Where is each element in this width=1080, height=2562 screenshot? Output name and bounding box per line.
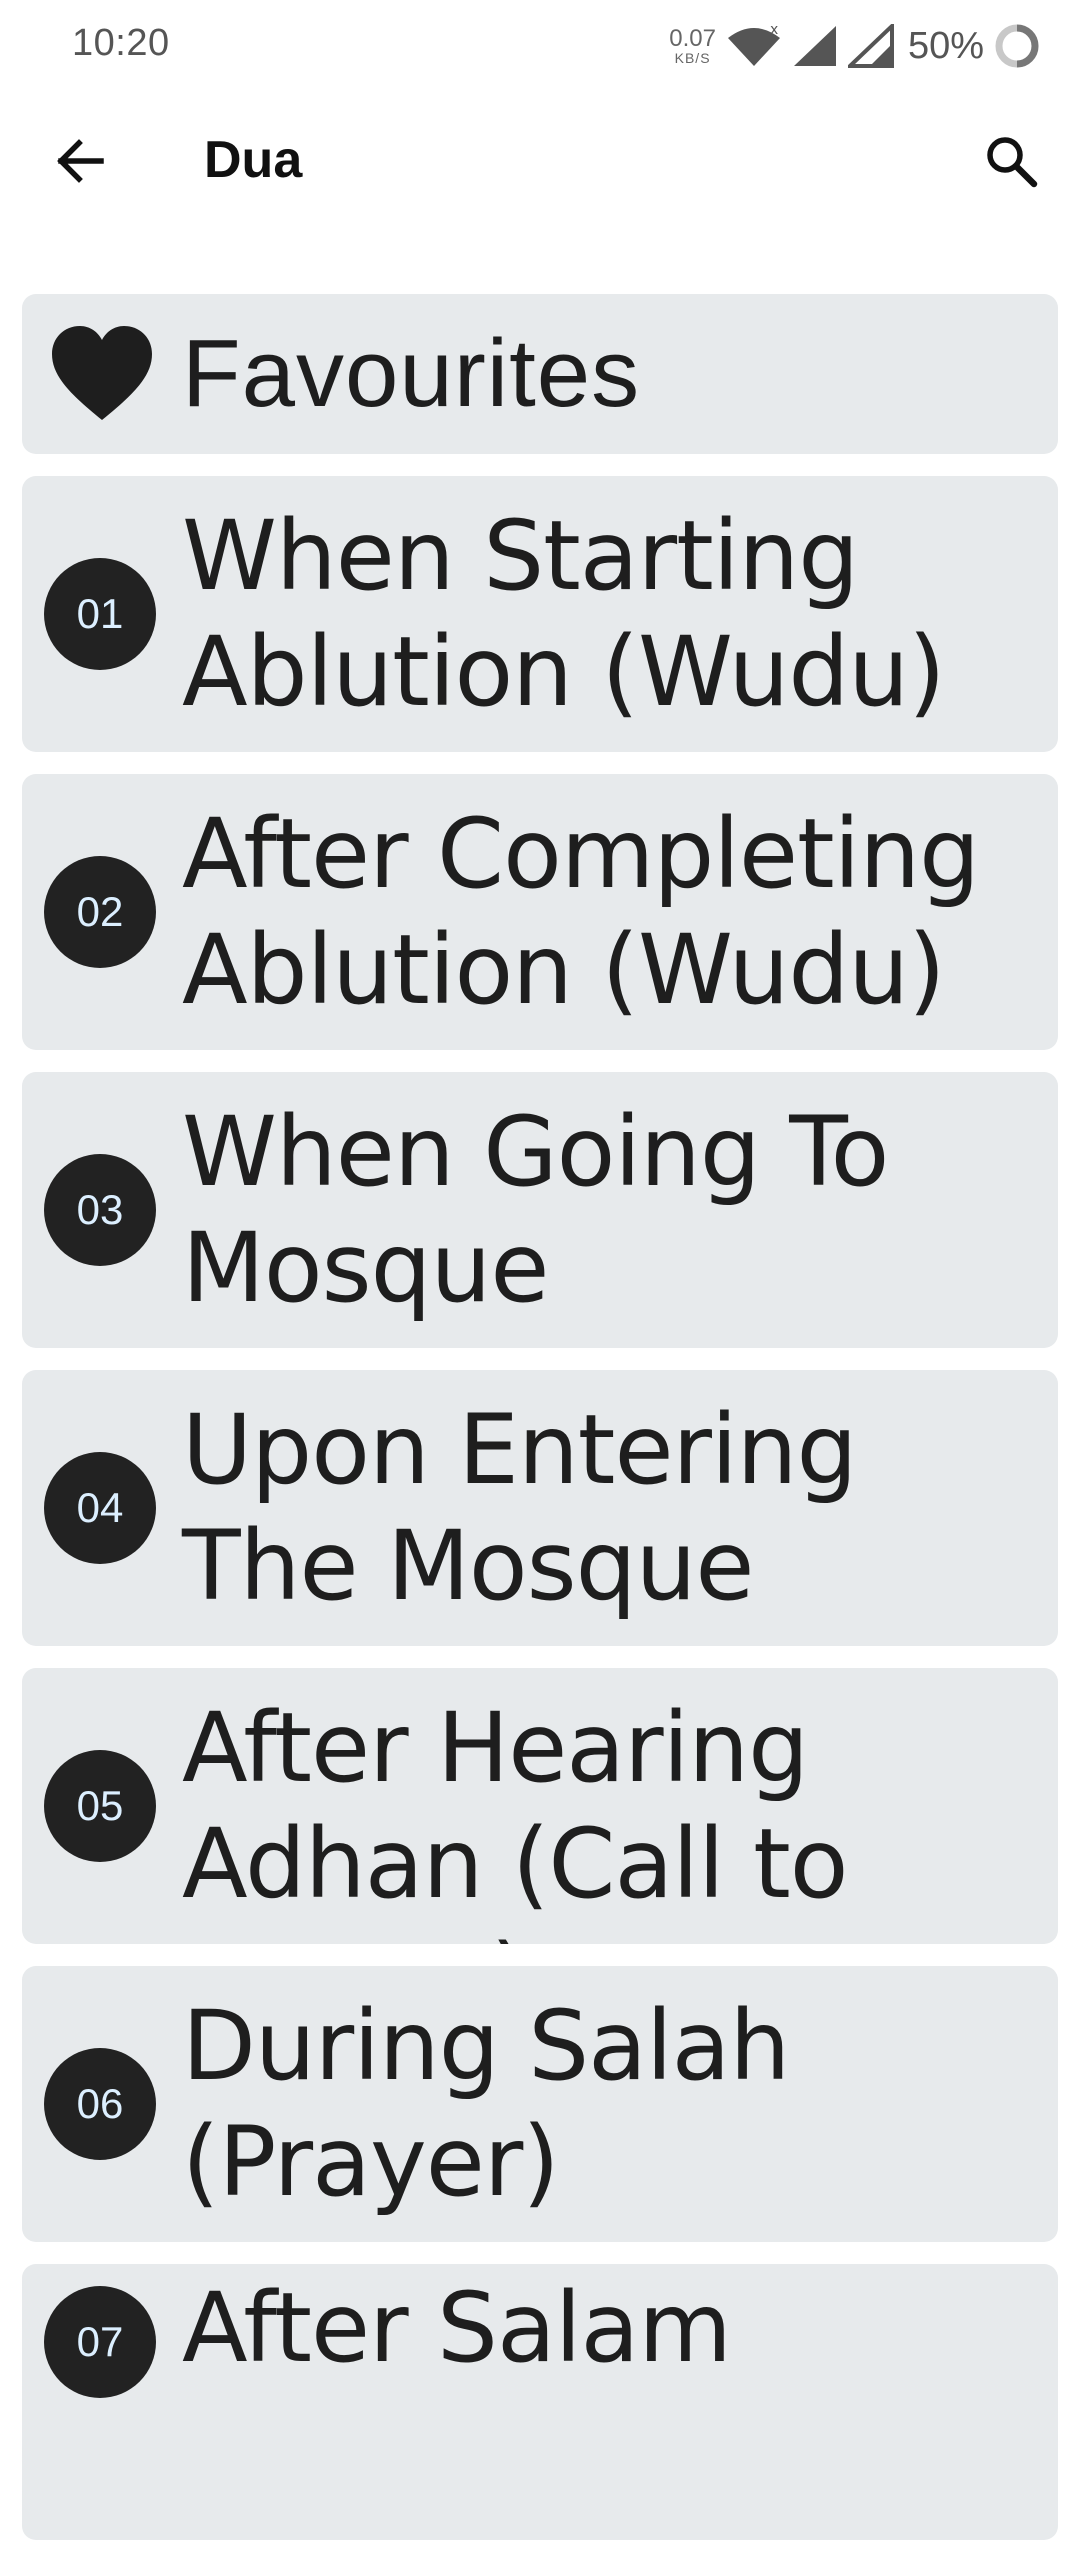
heart-icon bbox=[52, 326, 152, 420]
item-number-badge: 04 bbox=[44, 1452, 156, 1564]
signal-icon bbox=[847, 24, 894, 68]
item-title: After Salam bbox=[182, 2272, 732, 2384]
item-number-badge: 03 bbox=[44, 1154, 156, 1266]
item-number-badge: 07 bbox=[44, 2286, 156, 2398]
item-number-badge: 02 bbox=[44, 856, 156, 968]
app-bar: Dua bbox=[0, 92, 1080, 230]
network-speed-unit: KB/S bbox=[674, 50, 711, 66]
item-number-badge: 01 bbox=[44, 558, 156, 670]
arrow-left-icon bbox=[57, 139, 104, 183]
item-number-badge: 06 bbox=[44, 2048, 156, 2160]
list-item[interactable]: 01 When Starting Ablution (Wudu) bbox=[22, 476, 1058, 752]
item-title: Upon Entering The Mosque bbox=[182, 1394, 857, 1622]
signal-icon bbox=[793, 26, 836, 66]
list-item[interactable]: 07 After Salam bbox=[22, 2264, 1058, 2540]
item-title: After Completing Ablution (Wudu) bbox=[182, 798, 980, 1026]
list-item[interactable]: 05 After Hearing Adhan (Call to prayer) bbox=[22, 1668, 1058, 1944]
status-time: 10:20 bbox=[72, 22, 170, 64]
item-title: When Starting Ablution (Wudu) bbox=[182, 500, 946, 728]
list-item[interactable]: 04 Upon Entering The Mosque bbox=[22, 1370, 1058, 1646]
status-icons: 0.07 KB/S x 50% bbox=[669, 20, 1040, 72]
item-title: During Salah (Prayer) bbox=[182, 1990, 790, 2218]
network-speed: 0.07 KB/S bbox=[669, 25, 716, 66]
svg-text:x: x bbox=[770, 24, 778, 38]
favourites-label: Favourites bbox=[182, 320, 641, 427]
search-button[interactable] bbox=[972, 122, 1050, 200]
search-icon bbox=[987, 137, 1038, 188]
battery-icon bbox=[995, 24, 1039, 68]
status-bar: 10:20 0.07 KB/S x 50% bbox=[0, 0, 1080, 92]
item-title: After Hearing Adhan (Call to prayer) bbox=[182, 1692, 849, 1944]
battery-percent: 50% bbox=[907, 24, 984, 67]
back-button[interactable] bbox=[40, 122, 118, 200]
page-title: Dua bbox=[204, 131, 303, 189]
dua-category-list: Favourites 01 When Starting Ablution (Wu… bbox=[22, 294, 1058, 2562]
wifi-icon: x bbox=[727, 24, 780, 66]
list-item[interactable]: 03 When Going To Mosque bbox=[22, 1072, 1058, 1348]
favourites-card[interactable]: Favourites bbox=[22, 294, 1058, 454]
list-item[interactable]: 02 After Completing Ablution (Wudu) bbox=[22, 774, 1058, 1050]
network-speed-value: 0.07 bbox=[669, 25, 716, 52]
item-number-badge: 05 bbox=[44, 1750, 156, 1862]
list-item[interactable]: 06 During Salah (Prayer) bbox=[22, 1966, 1058, 2242]
item-title: When Going To Mosque bbox=[182, 1096, 889, 1324]
